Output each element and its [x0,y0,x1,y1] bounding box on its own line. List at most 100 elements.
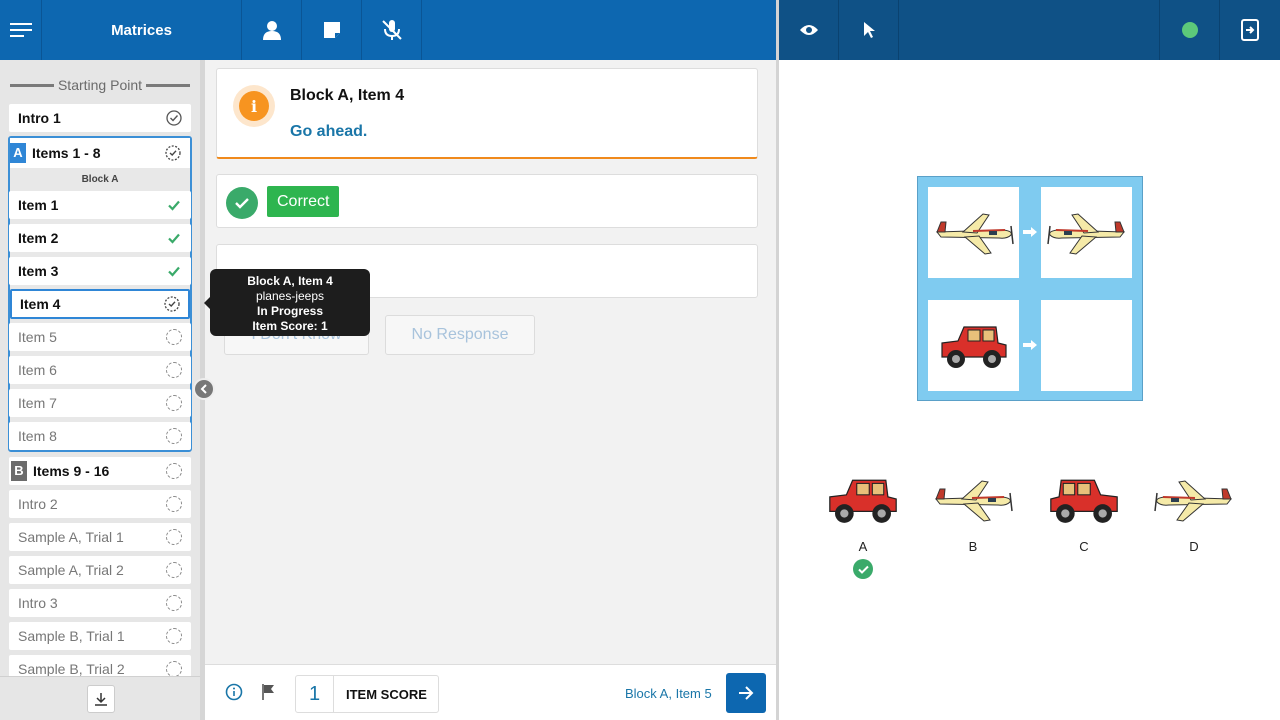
correct-check-icon [168,233,180,244]
matrix-cell-empty [1041,300,1132,391]
sidebar-footer [0,676,200,720]
in-progress-icon [165,145,181,161]
block-a-header[interactable]: A Items 1 - 8 [10,138,190,168]
nav-item-sample-a-2[interactable]: Sample A, Trial 2 [9,556,191,584]
nav-item-3[interactable]: Item 3 [9,257,191,285]
choice-a-jeep[interactable] [818,465,908,535]
nav-item-6[interactable]: Item 6 [9,356,191,384]
stimulus-panel: A B C D [779,60,1280,720]
connection-status [1160,0,1220,60]
nav-item-label: Sample B, Trial 1 [18,628,125,644]
tooltip-item-name: planes-jeeps [255,289,325,303]
info-outline-icon[interactable] [225,683,243,701]
nav-item-intro-3[interactable]: Intro 3 [9,589,191,617]
info-icon: i [233,85,275,127]
choice-a-label: A [858,539,868,554]
tooltip-title: Block A, Item 4 [247,274,333,288]
check-circle-icon [226,187,258,219]
nav-item-4-current[interactable]: Item 4 [10,289,190,319]
block-a-label: Items 1 - 8 [32,145,101,161]
starting-point-label: Starting Point [57,77,143,93]
examinee-button[interactable] [242,0,302,60]
nav-item-intro-2[interactable]: Intro 2 [9,490,191,518]
choice-b-plane[interactable] [928,465,1018,535]
hamburger-icon [9,23,32,37]
device-exit-icon [1241,19,1259,41]
not-started-icon [166,428,182,444]
not-started-icon [166,496,182,512]
download-button[interactable] [87,685,115,713]
nav-item-label: Item 2 [18,230,59,246]
block-b-badge: B [11,461,27,481]
arrow-right-icon [739,686,754,700]
cursor-icon [863,22,875,38]
not-started-icon [166,463,182,479]
nav-item-8[interactable]: Item 8 [9,422,191,450]
item-score-value: 1 [296,676,334,712]
nav-item-label: Intro 1 [18,110,61,126]
matrix-cell-plane-left [1041,187,1132,278]
nav-item-sample-b-1[interactable]: Sample B, Trial 1 [9,622,191,650]
block-a-sublabel: Block A [81,174,119,185]
mute-mic-button[interactable] [362,0,422,60]
nav-item-5[interactable]: Item 5 [9,323,191,351]
next-item-button[interactable] [726,673,766,713]
item-score-box[interactable]: 1 ITEM SCORE [295,675,439,713]
nav-item-label: Sample B, Trial 2 [18,661,125,676]
starting-point-header: Starting Point [0,60,200,108]
choice-d-label: D [1189,539,1199,554]
jeep-image [829,479,897,523]
nav-item-intro-1[interactable]: Intro 1 [9,104,191,132]
item-score-label: ITEM SCORE [346,686,427,702]
chevron-left-icon [200,384,207,394]
exit-button[interactable] [1220,0,1280,60]
menu-button[interactable] [0,0,42,60]
nav-item-label: Item 8 [18,428,57,444]
pointer-button[interactable] [839,0,899,60]
mic-off-icon [381,20,402,40]
notes-button[interactable] [302,0,362,60]
not-started-icon [166,661,182,676]
tooltip-score: Item Score: 1 [252,319,328,333]
collapse-sidebar-button[interactable] [193,378,215,400]
airplane-image [1046,212,1125,255]
correct-button[interactable]: Correct [267,186,340,217]
item-footer: 1 ITEM SCORE Block A, Item 5 [205,664,776,720]
nav-item-label: Item 5 [18,329,57,345]
nav-item-sample-b-2[interactable]: Sample B, Trial 2 [9,655,191,676]
correct-check-icon [168,200,180,211]
tooltip-status: In Progress [256,304,324,318]
instruction-card: i Block A, Item 4 Go ahead. [216,68,758,159]
item-tooltip: Block A, Item 4 planes-jeeps In Progress… [204,269,370,336]
nav-item-label: Item 3 [18,263,59,279]
nav-item-sample-a-1[interactable]: Sample A, Trial 1 [9,523,191,551]
preview-button[interactable] [779,0,839,60]
selected-check-icon [853,559,873,579]
matrix-cell-plane-right [928,187,1019,278]
choice-c-jeep[interactable] [1039,465,1129,535]
nav-item-label: Item 4 [20,296,61,312]
nav-item-label: Intro 2 [18,496,58,512]
flag-icon[interactable] [261,683,277,701]
matrix-cell-jeep [928,300,1019,391]
airplane-image [934,480,1013,522]
airplane-image [1154,480,1233,522]
not-started-icon [166,395,182,411]
status-dot-icon [1181,22,1198,38]
item-list[interactable]: Starting Point Intro 1 A Items 1 - 8 Blo… [0,60,200,676]
nav-item-7[interactable]: Item 7 [9,389,191,417]
not-started-icon [166,362,182,378]
not-started-icon [166,529,182,545]
airplane-image [935,212,1014,255]
block-b-header[interactable]: B Items 9 - 16 [9,457,191,485]
not-started-icon [166,562,182,578]
choice-d-plane[interactable] [1149,465,1239,535]
nav-item-label: Sample A, Trial 2 [18,562,124,578]
nav-item-label: Item 7 [18,395,57,411]
no-response-button[interactable]: No Response [385,315,535,355]
jeep-image [940,325,1007,368]
nav-item-2[interactable]: Item 2 [9,224,191,252]
complete-check-icon [166,110,182,126]
eye-icon [799,25,818,35]
nav-item-1[interactable]: Item 1 [9,191,191,219]
